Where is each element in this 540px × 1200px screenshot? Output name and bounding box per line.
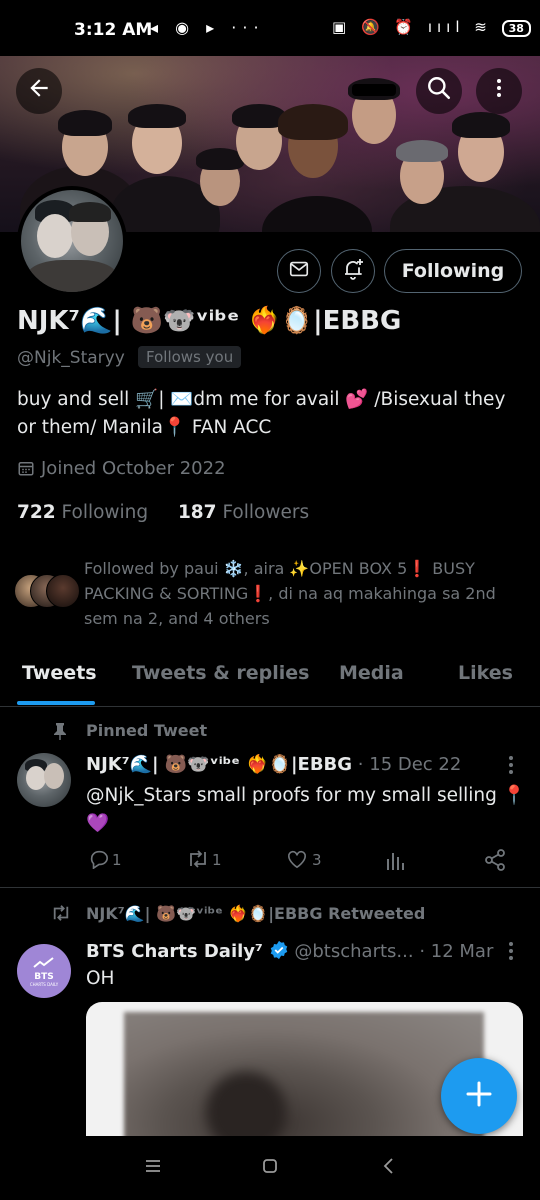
tab-tweets[interactable]: Tweets [22,662,97,684]
followers-link[interactable]: 187 Followers [178,502,309,523]
tweet-text: OH [86,968,115,989]
following-button[interactable]: Following [384,249,522,293]
tweet-more-button[interactable] [504,754,518,780]
share-button[interactable] [484,849,506,875]
system-icons: ▣ 🔕 ⏰ ıııl ≋ 38 [332,18,531,37]
retweet-indicator-icon [50,904,72,926]
tweet-handle: @btscharts... [294,941,414,962]
calendar-icon [17,459,35,482]
followers-count: 187 [177,502,217,523]
tweet-header: NJK⁷🌊| 🐻🐨ᵛⁱᵇᵉ ❤️‍🔥🪞|EBBG · 15 Dec 22 [86,754,461,775]
verified-badge-icon [269,940,289,965]
profile-name: NJK⁷🌊| 🐻🐨ᵛⁱᵇᵉ ❤️‍🔥🪞|EBBG [17,306,402,336]
arrow-left-icon [26,75,52,108]
retweet-button[interactable]: 1 [186,849,222,873]
tweet-date: · 12 Mar [419,941,494,962]
tweet-text-line: 💜 [86,813,110,834]
notifications-button[interactable] [331,249,375,293]
more-options-button[interactable] [476,68,522,114]
pinned-tweet[interactable]: Pinned Tweet NJK⁷🌊| 🐻🐨ᵛⁱᵇᵉ ❤️‍🔥🪞|EBBG · … [0,706,540,888]
message-button[interactable] [277,249,321,293]
tweet-avatar[interactable] [17,753,71,807]
bio-line: or them/ Manila📍 FAN ACC [17,417,272,438]
tweet-author[interactable]: BTS Charts Daily⁷ [86,941,263,962]
bio-line: buy and sell 🛒| ✉️dm me for avail 💕 /Bis… [17,389,506,410]
joined-date: Joined October 2022 [17,458,226,482]
system-icons-text: ▣ 🔕 ⏰ ıııl ≋ [332,18,492,36]
search-icon [426,75,452,108]
followed-by-text[interactable]: Followed by paui ❄️, aira ✨OPEN BOX 5❗ B… [84,556,524,631]
reply-button[interactable]: 1 [88,849,122,873]
more-vertical-icon [487,76,511,107]
bts-charts-avatar[interactable]: BTS CHARTS DAILY [17,944,71,998]
search-button[interactable] [416,68,462,114]
tab-media[interactable]: Media [339,662,404,684]
profile-bio: buy and sell 🛒| ✉️dm me for avail 💕 /Bis… [17,386,527,442]
analytics-icon [386,853,406,875]
reply-icon [88,849,110,873]
back-nav-button[interactable] [382,1157,394,1179]
tab-tweets-replies[interactable]: Tweets & replies [132,662,309,684]
status-bar: 3:12 AM ◂ ◉ ▸ ··· ▣ 🔕 ⏰ ıııl ≋ 38 [0,0,540,56]
compose-tweet-button[interactable] [441,1058,517,1134]
like-count: 3 [312,851,322,869]
following-count: 722 [17,502,56,523]
retweet-icon [186,849,210,873]
status-time: 3:12 AM [74,20,153,40]
pinned-label: Pinned Tweet [86,721,208,740]
envelope-icon [288,258,310,284]
system-navigation-bar [0,1136,540,1200]
active-tab-indicator [17,701,95,705]
notification-icons: ◂ ◉ ▸ ··· [150,18,265,37]
following-label: Following [61,502,149,523]
like-button[interactable]: 3 [286,849,322,873]
profile-handle: @Njk_Staryy [17,348,125,368]
followers-label: Followers [222,502,310,523]
avatar-sublabel: CHARTS DAILY [29,982,59,987]
follows-you-badge: Follows you [138,346,242,368]
back-button[interactable] [16,68,62,114]
tweet-author[interactable]: NJK⁷🌊| 🐻🐨ᵛⁱᵇᵉ ❤️‍🔥🪞|EBBG [86,754,352,775]
menu-nav-button[interactable] [145,1158,161,1177]
bell-plus-icon [341,257,365,285]
following-link[interactable]: 722 Following [17,502,148,523]
retweeted-by-label[interactable]: NJK⁷🌊| 🐻🐨ᵛⁱᵇᵉ ❤️‍🔥🪞|EBBG Retweeted [86,904,425,923]
pin-icon [52,722,68,744]
chart-icon [33,954,55,973]
tweet-text: @Njk_Stars small proofs for my small sel… [86,782,526,838]
tab-likes[interactable]: Likes [458,662,513,684]
followers-you-know-avatars[interactable] [14,574,80,608]
tweet-text-line: @Njk_Stars small proofs for my small sel… [86,785,526,806]
retweet-count: 1 [212,851,222,869]
views-button[interactable] [386,849,406,875]
share-icon [484,849,506,875]
tweet-more-button[interactable] [504,940,518,966]
tweet-date: · 15 Dec 22 [357,754,462,775]
avatar-label: BTS [34,972,54,982]
tweet-header: BTS Charts Daily⁷ @btscharts... · 12 Mar [86,940,493,965]
home-nav-button[interactable] [262,1158,278,1178]
follow-stats: 722 Following 187 Followers [17,502,309,523]
heart-icon [286,849,308,873]
joined-text: Joined October 2022 [41,458,226,479]
profile-avatar[interactable] [17,186,127,296]
plus-icon [464,1073,494,1119]
battery-icon: 38 [501,20,531,37]
reply-count: 1 [112,851,122,869]
